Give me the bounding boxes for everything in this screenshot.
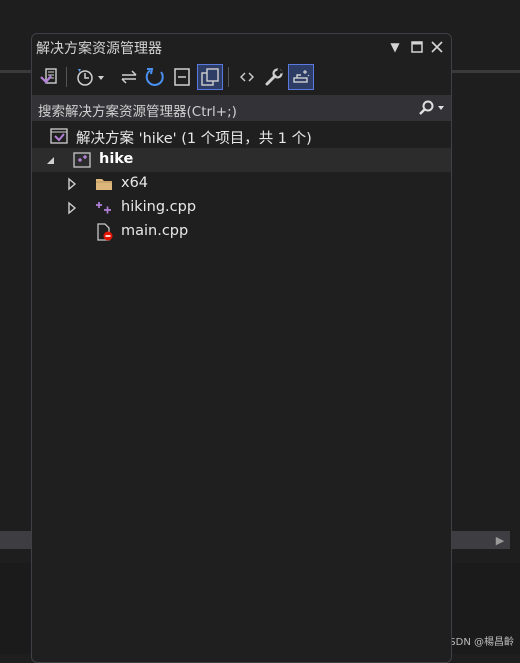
cpp-file-icon <box>95 199 113 217</box>
show-all-files-icon[interactable] <box>197 64 223 90</box>
search-placeholder: 搜索解决方案资源管理器(Ctrl+;) <box>38 104 237 120</box>
preview-selected-icon[interactable] <box>288 64 314 90</box>
toolbar-separator <box>66 67 67 87</box>
solution-switch-icon[interactable] <box>36 64 62 90</box>
tree-item-label: x64 <box>121 175 149 191</box>
sync-arrows-icon[interactable] <box>116 64 142 90</box>
excluded-file-icon <box>95 223 113 241</box>
search-icon[interactable] <box>415 99 447 117</box>
project-label: hike <box>99 151 134 167</box>
tree-item-label: main.cpp <box>121 223 189 239</box>
watermark: CSDN @楊昌齡 <box>442 637 514 648</box>
search-input[interactable]: 搜索解决方案资源管理器(Ctrl+;) <box>32 95 451 121</box>
tree-item-label: hiking.cpp <box>121 199 197 215</box>
panel-titlebar[interactable]: 解决方案资源管理器 ▼ <box>32 34 451 60</box>
panel-title: 解决方案资源管理器 <box>36 41 162 57</box>
tree-item-project[interactable]: hike <box>32 148 451 172</box>
scroll-right-icon[interactable]: ▶ <box>490 531 510 549</box>
code-view-icon[interactable] <box>234 64 260 90</box>
tree-item-hiking-cpp[interactable]: hiking.cpp <box>32 196 451 220</box>
tree-item-x64[interactable]: x64 <box>32 172 451 196</box>
close-icon[interactable] <box>428 38 446 56</box>
expand-arrow-icon[interactable] <box>65 201 79 215</box>
tree-item-main-cpp[interactable]: main.cpp <box>32 220 451 244</box>
tree-item-solution[interactable]: 解决方案 'hike' (1 个项目，共 1 个) <box>32 124 451 148</box>
toolbar-separator <box>228 67 229 87</box>
refresh-icon[interactable] <box>142 64 168 90</box>
folder-icon <box>95 175 113 193</box>
solution-label: 解决方案 'hike' (1 个项目，共 1 个) <box>76 131 312 147</box>
collapse-all-icon[interactable] <box>169 64 195 90</box>
solution-icon <box>50 127 68 145</box>
panel-toolbar <box>32 61 451 93</box>
history-icon[interactable] <box>74 64 108 90</box>
expand-arrow-icon[interactable] <box>65 177 79 191</box>
maximize-icon[interactable] <box>408 38 426 56</box>
project-icon <box>73 151 91 169</box>
chevron-down-icon[interactable]: ▼ <box>386 38 404 56</box>
solution-explorer-panel: 解决方案资源管理器 ▼ 搜索解决方案资源管理器(Ctrl+;) 解决方案 'hi… <box>31 33 452 663</box>
collapse-arrow-icon[interactable] <box>44 153 58 167</box>
properties-wrench-icon[interactable] <box>261 64 287 90</box>
